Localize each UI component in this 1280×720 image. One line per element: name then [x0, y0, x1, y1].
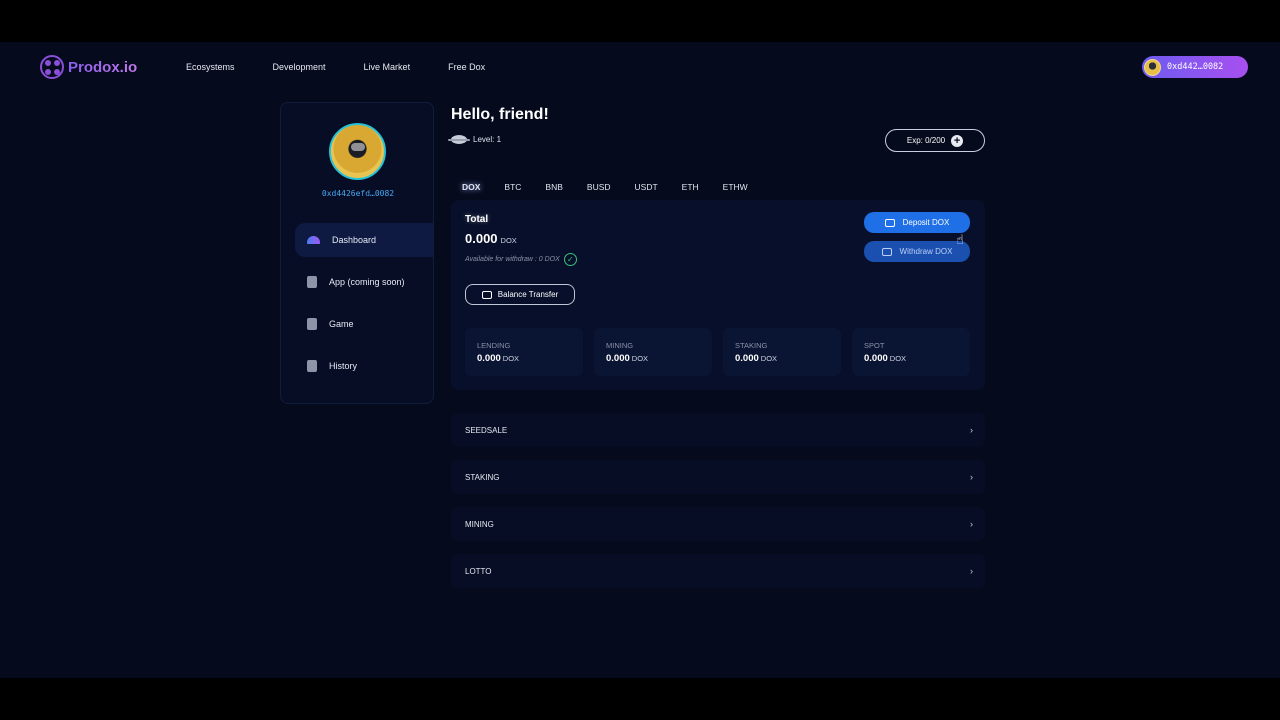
level-indicator: Level: 1	[448, 135, 502, 144]
app-window: Prodox.io Ecosystems Development Live Ma…	[0, 42, 1280, 678]
planet-icon	[448, 135, 470, 144]
wallet-icon	[481, 290, 492, 299]
section-staking[interactable]: STAKING ›	[451, 460, 985, 494]
total-amount: 0.000	[465, 231, 498, 246]
tab-ethw[interactable]: ETHW	[723, 182, 748, 192]
sidebar-item-label: App (coming soon)	[329, 277, 405, 287]
section-label: LOTTO	[465, 566, 492, 576]
stat-amount: 0.000	[477, 353, 501, 364]
exp-label: Exp: 0/200	[906, 136, 946, 145]
stat-label: LENDING	[477, 341, 511, 350]
logo[interactable]: Prodox.io	[40, 55, 137, 79]
withdraw-button[interactable]: Withdraw DOX	[864, 241, 970, 262]
stat-spot: SPOT 0.000 DOX	[852, 328, 970, 376]
total-label: Total	[465, 214, 489, 225]
tab-btc[interactable]: BTC	[504, 182, 521, 192]
top-nav: Ecosystems Development Live Market Free …	[186, 62, 485, 72]
stat-amount: 0.000	[606, 353, 630, 364]
nav-development[interactable]: Development	[273, 62, 326, 72]
stat-unit: DOX	[760, 354, 778, 363]
stat-mining: MINING 0.000 DOX	[594, 328, 712, 376]
chevron-right-icon: ›	[970, 472, 973, 482]
stat-amount: 0.000	[735, 353, 759, 364]
deposit-button[interactable]: Deposit DOX	[864, 212, 970, 233]
plus-icon: +	[951, 134, 964, 147]
section-seedsale[interactable]: SEEDSALE ›	[451, 413, 985, 447]
balance-transfer-label: Balance Transfer	[497, 290, 559, 299]
stat-unit: DOX	[631, 354, 649, 363]
logo-icon	[40, 55, 64, 79]
chevron-right-icon: ›	[970, 425, 973, 435]
stat-value: 0.000 DOX	[735, 353, 829, 364]
sidebar-item-label: History	[329, 361, 358, 371]
withdraw-label: Withdraw DOX	[899, 247, 953, 256]
wallet-address: 0xd442…0082	[1167, 62, 1224, 72]
sidebar: 0xd4426efd…0082 Dashboard App (coming so…	[280, 102, 434, 404]
tab-dox[interactable]: DOX	[462, 182, 480, 192]
stat-value: 0.000 DOX	[606, 353, 700, 364]
available-withdraw: Available for withdraw : 0 DOX ✓	[465, 253, 577, 266]
chevron-right-icon: ›	[970, 519, 973, 529]
stat-amount: 0.000	[864, 353, 888, 364]
sidebar-item-label: Game	[329, 319, 354, 329]
nav-live-market[interactable]: Live Market	[364, 62, 411, 72]
tab-busd[interactable]: BUSD	[587, 182, 611, 192]
section-label: STAKING	[465, 472, 500, 482]
section-mining[interactable]: MINING ›	[451, 507, 985, 541]
stat-value: 0.000 DOX	[864, 353, 958, 364]
stat-label: STAKING	[735, 341, 768, 350]
available-text: Available for withdraw : 0 DOX	[465, 256, 560, 263]
document-icon	[307, 360, 317, 372]
tab-eth[interactable]: ETH	[682, 182, 699, 192]
page-title: Hello, friend!	[451, 106, 549, 123]
phone-icon	[307, 318, 317, 330]
level-label: Level: 1	[473, 135, 502, 144]
check-icon: ✓	[563, 253, 577, 266]
stat-lending: LENDING 0.000 DOX	[465, 328, 583, 376]
wallet-button[interactable]: 0xd442…0082	[1142, 56, 1248, 78]
dashboard-icon	[307, 236, 320, 244]
sidebar-item-label: Dashboard	[332, 235, 377, 245]
tab-bnb[interactable]: BNB	[545, 182, 562, 192]
pointer-cursor-icon: ☝	[956, 232, 964, 247]
nav-ecosystems[interactable]: Ecosystems	[186, 62, 235, 72]
chevron-right-icon: ›	[970, 566, 973, 576]
sidebar-item-dashboard[interactable]: Dashboard	[295, 223, 433, 257]
stat-label: SPOT	[864, 341, 885, 350]
total-value: 0.000 DOX	[465, 231, 517, 246]
phone-icon	[307, 276, 317, 288]
stat-staking: STAKING 0.000 DOX	[723, 328, 841, 376]
deposit-label: Deposit DOX	[902, 218, 950, 227]
logo-text: Prodox.io	[68, 58, 138, 76]
stat-unit: DOX	[889, 354, 907, 363]
total-unit: DOX	[500, 236, 517, 245]
balance-transfer-button[interactable]: Balance Transfer	[465, 284, 575, 305]
nav-free-dox[interactable]: Free Dox	[448, 62, 485, 72]
section-lotto[interactable]: LOTTO ›	[451, 554, 985, 588]
sidebar-item-app[interactable]: App (coming soon)	[295, 265, 433, 299]
sidebar-item-history[interactable]: History	[295, 349, 433, 383]
sidebar-item-game[interactable]: Game	[295, 307, 433, 341]
stat-unit: DOX	[502, 354, 520, 363]
balance-card: Total 0.000 DOX Available for withdraw :…	[451, 200, 985, 390]
avatar	[329, 123, 386, 180]
section-label: SEEDSALE	[465, 425, 508, 435]
wallet-icon	[881, 247, 892, 256]
tab-usdt[interactable]: USDT	[635, 182, 658, 192]
stat-label: MINING	[606, 341, 634, 350]
exp-button[interactable]: Exp: 0/200 +	[885, 129, 985, 152]
currency-tabs: DOX BTC BNB BUSD USDT ETH ETHW	[462, 182, 748, 192]
sidebar-address: 0xd4426efd…0082	[321, 189, 395, 198]
section-label: MINING	[465, 519, 494, 529]
wallet-icon	[884, 218, 895, 227]
wallet-avatar	[1144, 58, 1161, 76]
stat-value: 0.000 DOX	[477, 353, 571, 364]
